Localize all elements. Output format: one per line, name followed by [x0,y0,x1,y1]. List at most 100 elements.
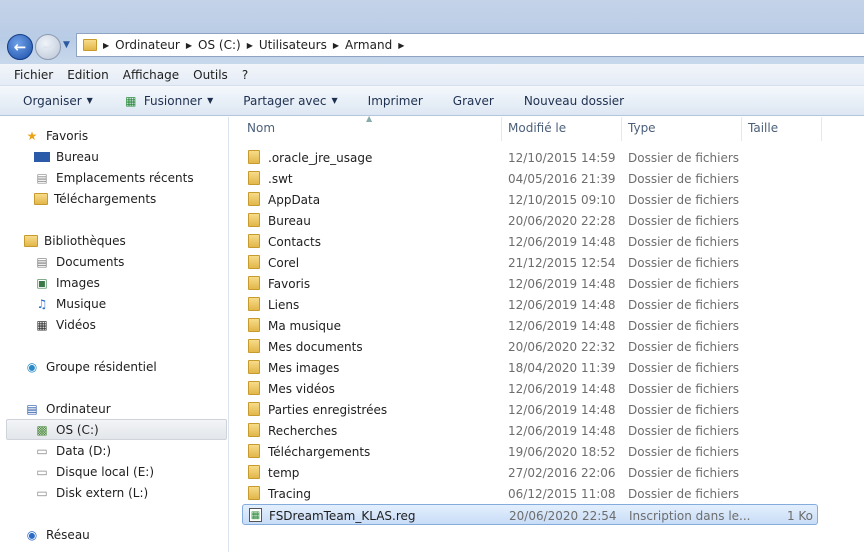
nav-drive-d[interactable]: ▭ Data (D:) [34,440,111,461]
print-label: Imprimer [367,93,423,108]
file-row[interactable]: Bureau 20/06/2020 22:28 Dossier de fichier… [242,210,818,231]
column-header-type[interactable]: Type [628,121,656,135]
music-icon: ♫ [36,296,48,311]
organize-label: Organiser [23,93,82,108]
column-header-name[interactable]: Nom [247,121,275,135]
file-modified: 20/06/2020 22:32 [508,340,616,354]
file-name: Mes images [268,361,340,375]
nav-computer[interactable]: ▤ Ordinateur [24,398,110,419]
column-divider[interactable] [621,117,622,141]
file-row[interactable]: ▦ FSDreamTeam_KLAS.reg 20/06/2020 22:54 Ins… [242,504,818,525]
file-row[interactable]: Mes images 18/04/2020 11:39 Dossier de fic… [242,357,818,378]
column-header-modified[interactable]: Modifié le [508,121,566,135]
nav-music[interactable]: ♫ Musique [34,293,107,314]
nav-network[interactable]: ◉ Réseau [24,524,90,545]
menu-outils[interactable]: Outils [193,68,228,82]
new-folder-label: Nouveau dossier [523,93,625,108]
breadcrumb-item[interactable]: Utilisateurs [259,38,327,52]
file-row[interactable]: Mes vidéos 12/06/2019 14:48 Dossier de fic… [242,378,818,399]
file-row[interactable]: Parties enregistrées 12/06/2019 14:48 Doss… [242,399,818,420]
nav-desktop[interactable]: Bureau [34,146,99,167]
column-divider[interactable] [741,117,742,141]
nav-homegroup[interactable]: ◉ Groupe résidentiel [24,356,157,377]
nav-recent[interactable]: ▤ Emplacements récents [34,167,193,188]
menu-fichier[interactable]: Fichier [14,68,53,82]
folder-icon [248,297,260,311]
nav-label: Data (D:) [56,443,112,458]
file-type: Dossier de fichiers [628,445,740,459]
file-modified: 04/05/2016 21:39 [508,172,616,186]
star-icon: ★ [26,128,38,143]
file-modified: 12/06/2019 14:48 [508,277,616,291]
file-modified: 20/06/2020 22:54 [509,509,617,523]
merge-label: Fusionner [143,93,203,108]
file-row[interactable]: Mes documents 20/06/2020 22:32 Dossier de … [242,336,818,357]
folder-icon [248,255,260,269]
file-row[interactable]: .swt 04/05/2016 21:39 Dossier de fichiers [242,168,818,189]
share-label: Partager avec [243,93,327,108]
file-modified: 12/06/2019 14:48 [508,319,616,333]
file-row[interactable]: Favoris 12/06/2019 14:48 Dossier de fichie… [242,273,818,294]
file-modified: 21/12/2015 12:54 [508,256,616,270]
nav-drive-c[interactable]: ▩ OS (C:) [6,419,227,440]
organize-button[interactable]: Organiser ▼ [23,94,93,108]
chevron-right-icon[interactable]: ▶ [186,41,192,50]
file-row[interactable]: Liens 12/06/2019 14:48 Dossier de fichiers [242,294,818,315]
file-row[interactable]: Ma musique 12/06/2019 14:48 Dossier de fic… [242,315,818,336]
nav-documents[interactable]: ▤ Documents [34,251,124,272]
menu-help[interactable]: ? [242,68,248,82]
nav-images[interactable]: ▣ Images [34,272,100,293]
file-row[interactable]: AppData 12/10/2015 09:10 Dossier de fichie… [242,189,818,210]
file-row[interactable]: Téléchargements 19/06/2020 18:52 Dossier d… [242,441,818,462]
address-bar[interactable]: ▶ Ordinateur ▶ OS (C:) ▶ Utilisateurs ▶ … [76,33,864,57]
merge-button[interactable]: ▦ Fusionner ▼ [123,94,213,108]
menu-edition[interactable]: Edition [67,68,109,82]
nav-libraries[interactable]: Bibliothèques [24,230,126,251]
breadcrumb-item[interactable]: Ordinateur [115,38,180,52]
file-modified: 12/10/2015 14:59 [508,151,616,165]
chevron-right-icon[interactable]: ▶ [398,41,404,50]
back-button[interactable]: ← [7,34,33,60]
chevron-right-icon[interactable]: ▶ [247,41,253,50]
file-row[interactable]: Recherches 12/06/2019 14:48 Dossier de fic… [242,420,818,441]
file-name: Bureau [268,214,311,228]
share-button[interactable]: Partager avec ▼ [243,94,337,108]
file-type: Dossier de fichiers [628,466,740,480]
file-row[interactable]: temp 27/02/2016 22:06 Dossier de fichiers [242,462,818,483]
file-row[interactable]: Corel 21/12/2015 12:54 Dossier de fichiers [242,252,818,273]
nav-favorites[interactable]: ★ Favoris [24,125,89,146]
breadcrumb-item[interactable]: OS (C:) [198,38,241,52]
menu-affichage[interactable]: Affichage [123,68,179,82]
file-name: Corel [268,256,300,270]
nav-drive-l[interactable]: ▭ Disk extern (L:) [34,482,148,503]
folder-icon [248,360,260,374]
drive-icon: ▭ [36,464,48,479]
print-button[interactable]: Imprimer [368,94,423,108]
folder-icon [248,465,260,479]
file-name: Mes documents [268,340,363,354]
drive-icon: ▭ [36,443,48,458]
column-divider[interactable] [821,117,822,141]
nav-downloads[interactable]: Téléchargements [34,188,156,209]
recent-places-icon: ▤ [36,170,48,185]
file-modified: 12/06/2019 14:48 [508,424,616,438]
file-row[interactable]: .oracle_jre_usage 12/10/2015 14:59 Dossier… [242,147,818,168]
folder-icon [248,486,260,500]
forward-button[interactable]: → [35,34,61,60]
chevron-right-icon[interactable]: ▶ [333,41,339,50]
nav-videos[interactable]: ▦ Vidéos [34,314,96,335]
column-header-size[interactable]: Taille [748,121,778,135]
new-folder-button[interactable]: Nouveau dossier [524,94,624,108]
file-name: .oracle_jre_usage [268,151,373,165]
burn-button[interactable]: Graver [453,94,494,108]
nav-drive-e[interactable]: ▭ Disque local (E:) [34,461,154,482]
folder-icon [248,423,260,437]
breadcrumb-item[interactable]: Armand [345,38,392,52]
downloads-folder-icon [34,192,48,205]
file-row[interactable]: Contacts 12/06/2019 14:48 Dossier de fichi… [242,231,818,252]
chevron-right-icon[interactable]: ▶ [103,41,109,50]
nav-label: Bureau [56,149,99,164]
history-dropdown[interactable]: ▼ [63,40,70,50]
column-divider[interactable] [501,117,502,141]
file-row[interactable]: Tracing 06/12/2015 11:08 Dossier de fichie… [242,483,818,504]
